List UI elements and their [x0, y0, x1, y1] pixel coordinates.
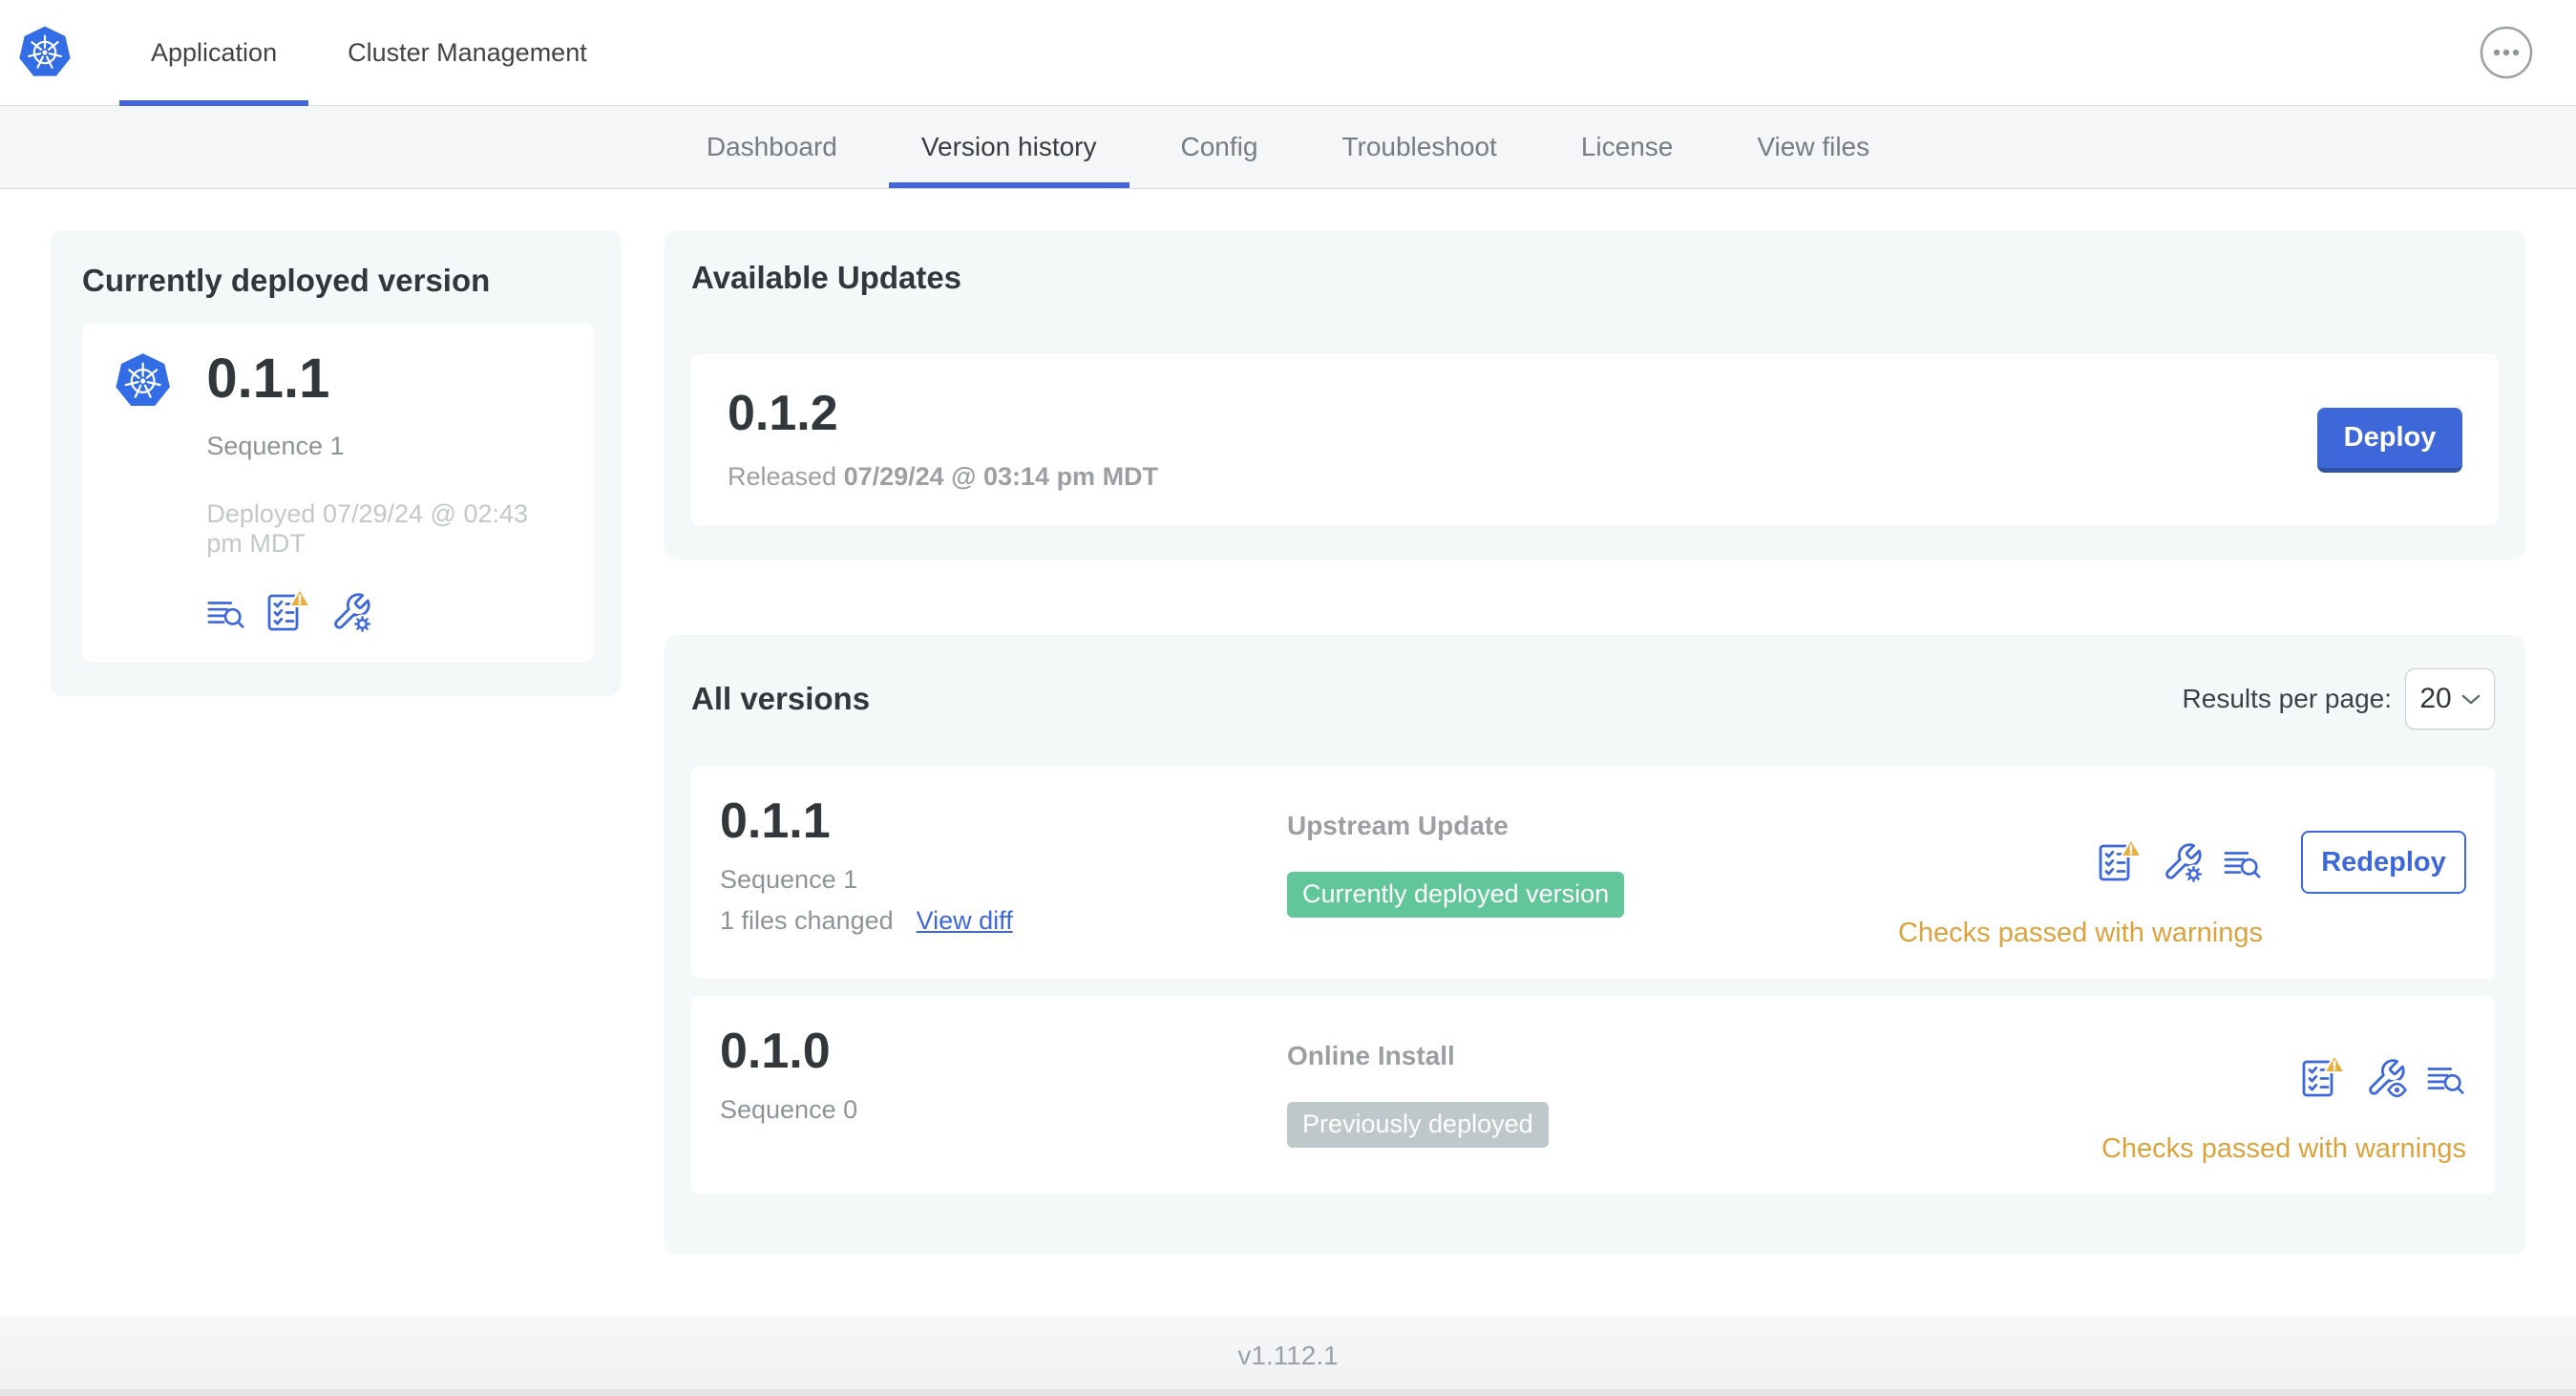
footer-edge	[0, 1389, 2576, 1396]
tab-application[interactable]: Application	[119, 0, 309, 106]
version-source: Online Install	[1286, 1041, 1455, 1070]
preflight-checks-button[interactable]	[265, 587, 312, 633]
subnav-tab-view-files-label: View files	[1757, 132, 1870, 161]
subnav-tab-dashboard-label: Dashboard	[706, 132, 837, 161]
release-notes-button[interactable]	[2223, 843, 2263, 883]
available-updates-panel: Available Updates 0.1.2 Released 07/29/2…	[664, 230, 2525, 560]
wrench-gear-icon	[330, 591, 372, 633]
version-row-middle: Upstream Update Currently deployed versi…	[1286, 795, 1898, 919]
wrench-eye-icon	[2365, 1057, 2407, 1099]
checks-status: Checks passed with warnings	[2101, 1133, 2466, 1164]
logs-icon	[207, 602, 244, 628]
view-diff-link[interactable]: View diff	[917, 906, 1013, 936]
deployed-version: 0.1.1	[206, 348, 330, 410]
deployed-info: 0.1.1 Sequence 1 Deployed 07/29/24 @ 02:…	[206, 347, 571, 633]
tab-cluster-management[interactable]: Cluster Management	[316, 0, 619, 105]
kubernetes-logo-icon	[17, 25, 73, 80]
app-logo	[17, 0, 73, 105]
available-updates-title: Available Updates	[690, 260, 962, 295]
checks-block: Checks passed with warnings	[1898, 795, 2263, 949]
preflight-warning-icon	[267, 587, 312, 631]
results-per-page-value: 20	[2419, 683, 2452, 714]
preflight-warning-icon	[2302, 1053, 2346, 1097]
deployed-sequence: Sequence 1	[206, 431, 345, 460]
version-row-right: Checks passed with warnings	[2101, 1026, 2466, 1165]
version-row-middle: Online Install Previously deployed	[1286, 1026, 1898, 1149]
ellipsis-icon	[2480, 26, 2533, 79]
currently-deployed-card: 0.1.1 Sequence 1 Deployed 07/29/24 @ 02:…	[82, 324, 594, 662]
results-per-page-select[interactable]: 20	[2405, 668, 2495, 730]
header-spacer	[619, 0, 2479, 105]
update-version: 0.1.2	[727, 385, 838, 441]
subnav-tab-version-history-label: Version history	[920, 132, 1097, 161]
primary-tabs: Application Cluster Management	[119, 0, 619, 106]
update-card: 0.1.2 Released 07/29/24 @ 03:14 pm MDT D…	[690, 354, 2499, 525]
update-released: Released 07/29/24 @ 03:14 pm MDT	[728, 462, 1158, 492]
all-versions-panel: All versions Results per page: 20 0.1.1 …	[664, 635, 2525, 1255]
preflight-warning-icon	[2099, 837, 2143, 881]
results-per-page-label: Results per page:	[2182, 684, 2392, 713]
version-row-0-1-0: 0.1.0 Sequence 0 Online Install Previous…	[690, 996, 2495, 1195]
logs-icon	[2224, 852, 2261, 878]
deployed-actions	[206, 587, 571, 633]
version-actions	[2097, 837, 2263, 883]
all-versions-header: All versions Results per page: 20	[691, 668, 2495, 730]
version-actions	[2300, 1053, 2466, 1099]
version-row-left: 0.1.0 Sequence 0	[720, 1026, 1287, 1125]
update-info: 0.1.2 Released 07/29/24 @ 03:14 pm MDT	[728, 388, 1158, 493]
released-timestamp: 07/29/24 @ 03:14 pm MDT	[843, 462, 1159, 492]
status-badge: Previously deployed	[1286, 1102, 1549, 1149]
checks-block: Checks passed with warnings	[2101, 1026, 2466, 1165]
row-version: 0.1.0	[719, 1024, 831, 1079]
row-sequence: Sequence 0	[719, 1094, 858, 1124]
results-per-page: Results per page: 20	[2183, 668, 2495, 730]
subnav-tab-config[interactable]: Config	[1139, 106, 1300, 188]
preflight-checks-button[interactable]	[2300, 1053, 2346, 1099]
version-row-left: 0.1.1 Sequence 1 1 files changed View di…	[720, 795, 1287, 936]
currently-deployed-title: Currently deployed version	[82, 263, 491, 298]
deploy-button[interactable]: Deploy	[2317, 407, 2462, 473]
subnav-tab-version-history[interactable]: Version history	[879, 106, 1139, 188]
deployed-timestamp: Deployed 07/29/24 @ 02:43 pm MDT	[206, 498, 529, 558]
redeploy-button[interactable]: Redeploy	[2301, 831, 2466, 894]
subnav-tab-troubleshoot-label: Troubleshoot	[1341, 132, 1497, 161]
main-content: Currently deployed version 0.1.1 Sequenc…	[0, 189, 2576, 1255]
top-bar: Application Cluster Management	[0, 0, 2576, 106]
all-versions-title: All versions	[690, 681, 871, 716]
version-row-right: Checks passed with warnings Redeploy	[1898, 795, 2466, 949]
released-prefix: Released	[727, 462, 837, 492]
subnav-tab-config-label: Config	[1180, 132, 1258, 161]
subnav-tab-dashboard[interactable]: Dashboard	[665, 106, 879, 188]
right-column: Available Updates 0.1.2 Released 07/29/2…	[664, 230, 2525, 1255]
subnav-tab-license-label: License	[1580, 132, 1674, 161]
wrench-gear-icon	[2162, 841, 2204, 883]
release-notes-button[interactable]	[2426, 1059, 2466, 1099]
edit-config-button[interactable]	[330, 591, 372, 633]
subnav-tab-view-files[interactable]: View files	[1715, 106, 1911, 188]
checks-status: Checks passed with warnings	[1897, 918, 2263, 948]
app-footer: v1.112.1	[0, 1316, 2576, 1396]
logs-icon	[2427, 1068, 2464, 1094]
files-changed-text: 1 files changed	[719, 905, 894, 935]
tab-application-label: Application	[151, 37, 278, 67]
kubernetes-app-icon	[114, 347, 172, 415]
console-version: v1.112.1	[1237, 1341, 1339, 1370]
tab-cluster-management-label: Cluster Management	[348, 37, 587, 67]
more-menu-button[interactable]	[2479, 25, 2534, 80]
edit-config-button[interactable]	[2162, 841, 2204, 883]
chevron-down-icon	[2461, 694, 2481, 704]
row-version: 0.1.1	[719, 793, 831, 849]
release-notes-button[interactable]	[206, 593, 246, 633]
view-config-button[interactable]	[2365, 1057, 2407, 1099]
preflight-checks-button[interactable]	[2097, 837, 2143, 883]
app-subnav: Dashboard Version history Config Trouble…	[0, 106, 2576, 189]
subnav-tab-troubleshoot[interactable]: Troubleshoot	[1299, 106, 1538, 188]
currently-deployed-panel: Currently deployed version 0.1.1 Sequenc…	[51, 230, 621, 696]
row-sequence: Sequence 1	[719, 864, 858, 894]
version-row-0-1-1: 0.1.1 Sequence 1 1 files changed View di…	[690, 766, 2495, 979]
subnav-tab-license[interactable]: License	[1539, 106, 1716, 188]
version-source: Upstream Update	[1286, 811, 1509, 840]
files-changed-line: 1 files changed View diff	[720, 906, 1287, 936]
status-badge: Currently deployed version	[1286, 872, 1625, 919]
